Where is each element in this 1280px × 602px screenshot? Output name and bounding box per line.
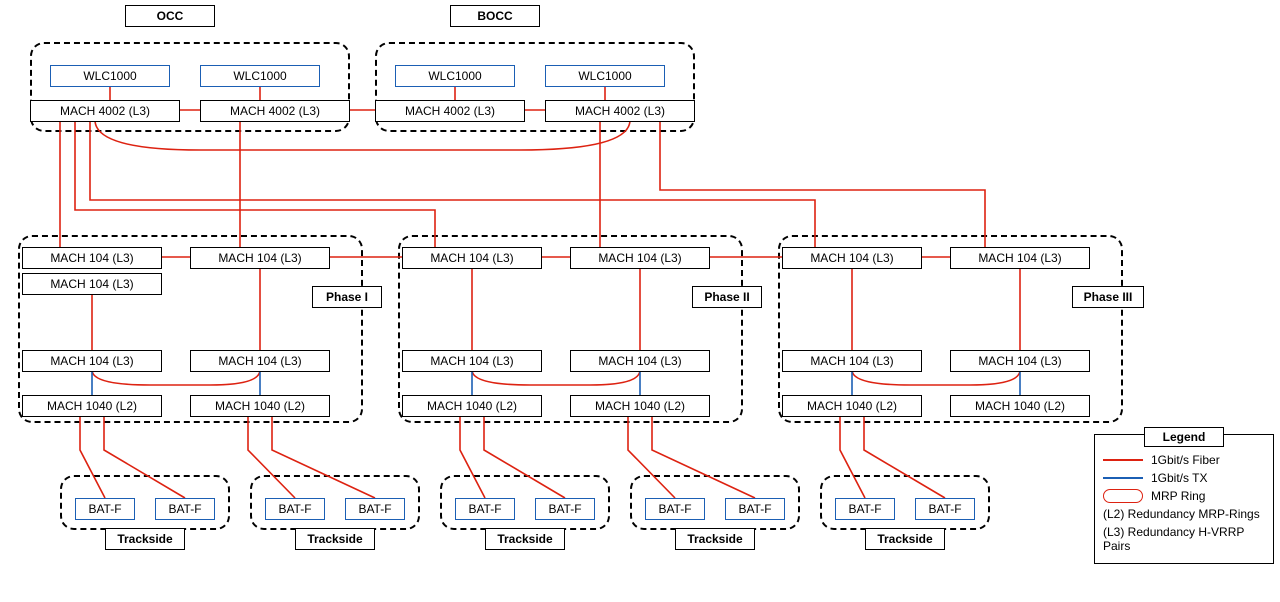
phase2-title: Phase II <box>692 286 762 308</box>
trackside-3: Trackside <box>485 528 565 550</box>
batf-5a: BAT-F <box>835 498 895 520</box>
mach104-p1-c: MACH 104 (L3) <box>22 273 162 295</box>
mach104-p2-d: MACH 104 (L3) <box>570 350 710 372</box>
mach1040-p3-a: MACH 1040 (L2) <box>782 395 922 417</box>
legend-title: Legend <box>1144 427 1224 447</box>
wlc1000-bocc-b: WLC1000 <box>545 65 665 87</box>
batf-2b: BAT-F <box>345 498 405 520</box>
mach104-p3-c: MACH 104 (L3) <box>782 350 922 372</box>
mach4002-occ-b: MACH 4002 (L3) <box>200 100 350 122</box>
mach1040-p2-a: MACH 1040 (L2) <box>402 395 542 417</box>
legend-fiber: 1Gbit/s Fiber <box>1151 453 1220 467</box>
trackside-4: Trackside <box>675 528 755 550</box>
mach1040-p2-b: MACH 1040 (L2) <box>570 395 710 417</box>
bocc-title: BOCC <box>450 5 540 27</box>
mach1040-p1-b: MACH 1040 (L2) <box>190 395 330 417</box>
batf-1a: BAT-F <box>75 498 135 520</box>
wlc1000-occ-a: WLC1000 <box>50 65 170 87</box>
trackside-2: Trackside <box>295 528 375 550</box>
phase3-title: Phase III <box>1072 286 1144 308</box>
trackside-1: Trackside <box>105 528 185 550</box>
mach104-p1-e: MACH 104 (L3) <box>190 350 330 372</box>
mach1040-p3-b: MACH 1040 (L2) <box>950 395 1090 417</box>
mach4002-bocc-b: MACH 4002 (L3) <box>545 100 695 122</box>
legend-l2: (L2) Redundancy MRP-Rings <box>1103 507 1260 521</box>
batf-3a: BAT-F <box>455 498 515 520</box>
batf-1b: BAT-F <box>155 498 215 520</box>
legend-tx: 1Gbit/s TX <box>1151 471 1207 485</box>
mach104-p3-b: MACH 104 (L3) <box>950 247 1090 269</box>
mach104-p3-a: MACH 104 (L3) <box>782 247 922 269</box>
phase1-title: Phase I <box>312 286 382 308</box>
mach104-p2-c: MACH 104 (L3) <box>402 350 542 372</box>
mach4002-bocc-a: MACH 4002 (L3) <box>375 100 525 122</box>
legend-l3: (L3) Redundancy H-VRRP Pairs <box>1103 525 1265 553</box>
mach104-p1-a: MACH 104 (L3) <box>22 247 162 269</box>
mach104-p1-d: MACH 104 (L3) <box>22 350 162 372</box>
batf-4a: BAT-F <box>645 498 705 520</box>
mach104-p2-b: MACH 104 (L3) <box>570 247 710 269</box>
occ-title: OCC <box>125 5 215 27</box>
mach4002-occ-a: MACH 4002 (L3) <box>30 100 180 122</box>
wlc1000-occ-b: WLC1000 <box>200 65 320 87</box>
batf-5b: BAT-F <box>915 498 975 520</box>
legend-mrp: MRP Ring <box>1151 489 1205 503</box>
trackside-5: Trackside <box>865 528 945 550</box>
mach104-p2-a: MACH 104 (L3) <box>402 247 542 269</box>
mach104-p1-b: MACH 104 (L3) <box>190 247 330 269</box>
batf-4b: BAT-F <box>725 498 785 520</box>
mach104-p3-d: MACH 104 (L3) <box>950 350 1090 372</box>
batf-3b: BAT-F <box>535 498 595 520</box>
batf-2a: BAT-F <box>265 498 325 520</box>
mach1040-p1-a: MACH 1040 (L2) <box>22 395 162 417</box>
wlc1000-bocc-a: WLC1000 <box>395 65 515 87</box>
legend: Legend 1Gbit/s Fiber 1Gbit/s TX MRP Ring… <box>1094 434 1274 564</box>
